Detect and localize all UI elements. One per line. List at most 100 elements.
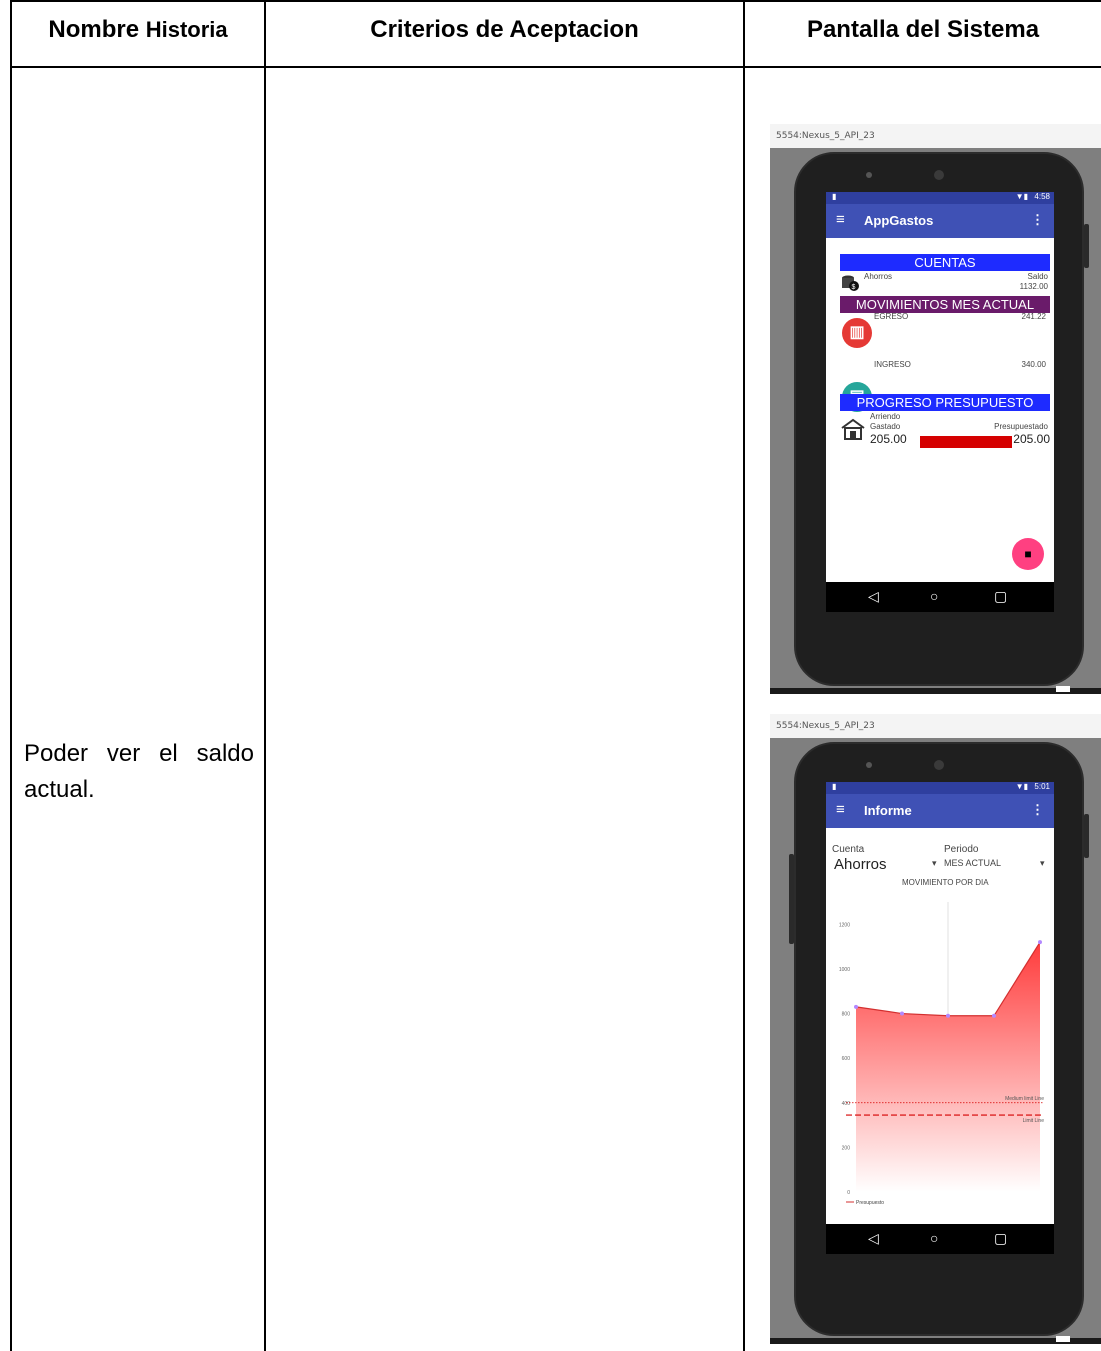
recent-nav-icon[interactable]: ▢	[994, 588, 1007, 605]
gastado-label: Gastado	[870, 422, 901, 431]
limit-line-label: Medium limit Line	[1005, 1096, 1044, 1102]
presupuestado-value: 205.00	[1013, 432, 1050, 446]
status-bar: ▮ 4:58 ▼▮	[826, 192, 1054, 204]
cuenta-select[interactable]: Ahorros	[834, 856, 887, 873]
table-top-border	[10, 0, 1101, 2]
add-fab-button[interactable]: ■	[1012, 538, 1044, 570]
phone-frame: ▮ 4:58 ▼▮ ≡ AppGastos ⋮ CUENTAS $ Ahorro…	[794, 152, 1089, 686]
emulator-bottom-strip	[770, 1338, 1101, 1344]
side-button	[1084, 814, 1089, 858]
section-progreso: PROGRESO PRESUPUESTO	[840, 394, 1050, 411]
cuenta-dropdown-arrow-icon[interactable]: ▾	[932, 858, 937, 869]
cuenta-name: Ahorros	[864, 272, 893, 281]
front-camera	[934, 760, 944, 770]
side-button	[1084, 224, 1089, 268]
budget-progress-track	[920, 436, 1012, 448]
emulator-screenshot-informe: 5554:Nexus_5_API_23 ▮ 5:01 ▼▮ ≡ Informe …	[770, 714, 1101, 1344]
egreso-icon: ▥	[842, 318, 872, 348]
app-title: AppGastos	[864, 213, 934, 228]
ingreso-value: 340.00	[1021, 360, 1046, 369]
ingreso-label: INGRESO	[874, 360, 911, 369]
section-movimientos: MOVIMIENTOS MES ACTUAL	[840, 296, 1050, 313]
presupuestado-label: Presupuestado	[994, 422, 1048, 431]
nav-bar: ◁ ○ ▢	[826, 582, 1054, 612]
periodo-select[interactable]: MES ACTUAL	[944, 858, 1001, 868]
home-nav-icon[interactable]: ○	[930, 588, 938, 604]
header-pantalla: Pantalla del Sistema	[806, 16, 1040, 43]
battery-icon: ▼▮	[1015, 782, 1028, 791]
y-tick-label: 1000	[839, 967, 850, 973]
saldo-label: Saldo	[1027, 272, 1048, 281]
document-page: { "table": { "headers": { "col1_bold": "…	[0, 0, 1101, 1351]
chart-title: MOVIMIENTO POR DIA	[902, 878, 989, 887]
status-bar: ▮ 5:01 ▼▮	[826, 782, 1054, 794]
egreso-value: 241.22	[1021, 312, 1046, 321]
data-point	[1038, 940, 1042, 945]
hamburger-menu-icon[interactable]: ≡	[836, 211, 845, 228]
app-screen: ▮ 5:01 ▼▮ ≡ Informe ⋮ Cuenta Ahorros Per…	[826, 782, 1054, 1254]
phone-frame: ▮ 5:01 ▼▮ ≡ Informe ⋮ Cuenta Ahorros Per…	[789, 742, 1089, 1336]
battery-icon: ▼▮	[1015, 192, 1028, 201]
y-tick-label: 1200	[839, 922, 850, 928]
volume-button	[789, 854, 794, 944]
front-camera	[934, 170, 944, 180]
movement-chart: 0 200 400 600 800 1000 1200 Medium limit Line Li…	[839, 902, 1045, 1206]
sensor	[866, 172, 872, 178]
emulator-corner	[1056, 1336, 1070, 1342]
emulator-corner	[1056, 686, 1070, 692]
y-tick-label: 200	[842, 1145, 851, 1151]
section-cuentas: CUENTAS	[840, 254, 1050, 271]
emulator-bottom-strip	[770, 688, 1101, 694]
overflow-menu-icon[interactable]: ⋮	[1031, 802, 1044, 818]
budget-progress-fill	[920, 436, 1012, 448]
cuenta-label: Cuenta	[832, 844, 865, 855]
recent-nav-icon[interactable]: ▢	[994, 1230, 1007, 1247]
header-nombre: Nombre	[48, 16, 140, 43]
back-nav-icon[interactable]: ◁	[868, 588, 879, 605]
house-icon	[840, 418, 866, 440]
data-point	[900, 1011, 904, 1016]
header-historia: Historia	[145, 17, 228, 42]
nav-bar: ◁ ○ ▢	[826, 1224, 1054, 1254]
coins-icon: $	[840, 272, 860, 292]
legend-label: Presupuesto	[856, 1200, 884, 1206]
y-tick-label: 400	[842, 1101, 851, 1107]
status-time: 5:01	[1034, 782, 1050, 791]
limit-line-label: Limit Line	[1023, 1118, 1045, 1124]
periodo-dropdown-arrow-icon[interactable]: ▾	[1040, 858, 1045, 869]
egreso-label: EGRESO	[874, 312, 909, 321]
svg-text:$: $	[852, 284, 856, 291]
data-point	[992, 1013, 996, 1018]
app-screen: ▮ 4:58 ▼▮ ≡ AppGastos ⋮ CUENTAS $ Ahorro…	[826, 192, 1054, 612]
col-divider-2	[743, 0, 745, 1351]
home-nav-icon[interactable]: ○	[930, 1230, 938, 1246]
status-time: 4:58	[1034, 192, 1050, 201]
sim-icon: ▮	[832, 782, 837, 791]
emulator-title: 5554:Nexus_5_API_23	[770, 124, 1101, 148]
app-bar: ≡ Informe ⋮	[826, 794, 1054, 828]
sim-icon: ▮	[832, 192, 837, 201]
header-nombre-historia: Nombre Historia	[12, 16, 264, 44]
y-tick-label: 0	[847, 1190, 850, 1196]
overflow-menu-icon[interactable]: ⋮	[1031, 212, 1044, 228]
y-tick-label: 600	[842, 1056, 851, 1062]
data-point	[854, 1004, 858, 1009]
back-nav-icon[interactable]: ◁	[868, 1230, 879, 1247]
app-bar: ≡ AppGastos ⋮	[826, 204, 1054, 238]
emulator-title: 5554:Nexus_5_API_23	[770, 714, 1101, 738]
data-point	[946, 1013, 950, 1018]
emulator-screenshot-appgastos: 5554:Nexus_5_API_23 ▮ 4:58 ▼▮ ≡ AppGasto…	[770, 124, 1101, 694]
table-left-border	[10, 0, 12, 1351]
criteria-cell	[266, 68, 743, 88]
header-criterios: Criterios de Aceptacion	[370, 16, 639, 43]
periodo-label: Periodo	[944, 844, 979, 855]
hamburger-menu-icon[interactable]: ≡	[836, 801, 845, 818]
app-title: Informe	[864, 803, 912, 818]
presupuesto-name: Arriendo	[870, 412, 901, 421]
story-text: Poder ver el saldo actual.	[24, 740, 254, 803]
gastado-value: 205.00	[870, 432, 907, 446]
sensor	[866, 762, 872, 768]
y-tick-label: 800	[842, 1012, 851, 1018]
col-divider-1	[264, 0, 266, 1351]
saldo-value: 1132.00	[1019, 282, 1048, 291]
